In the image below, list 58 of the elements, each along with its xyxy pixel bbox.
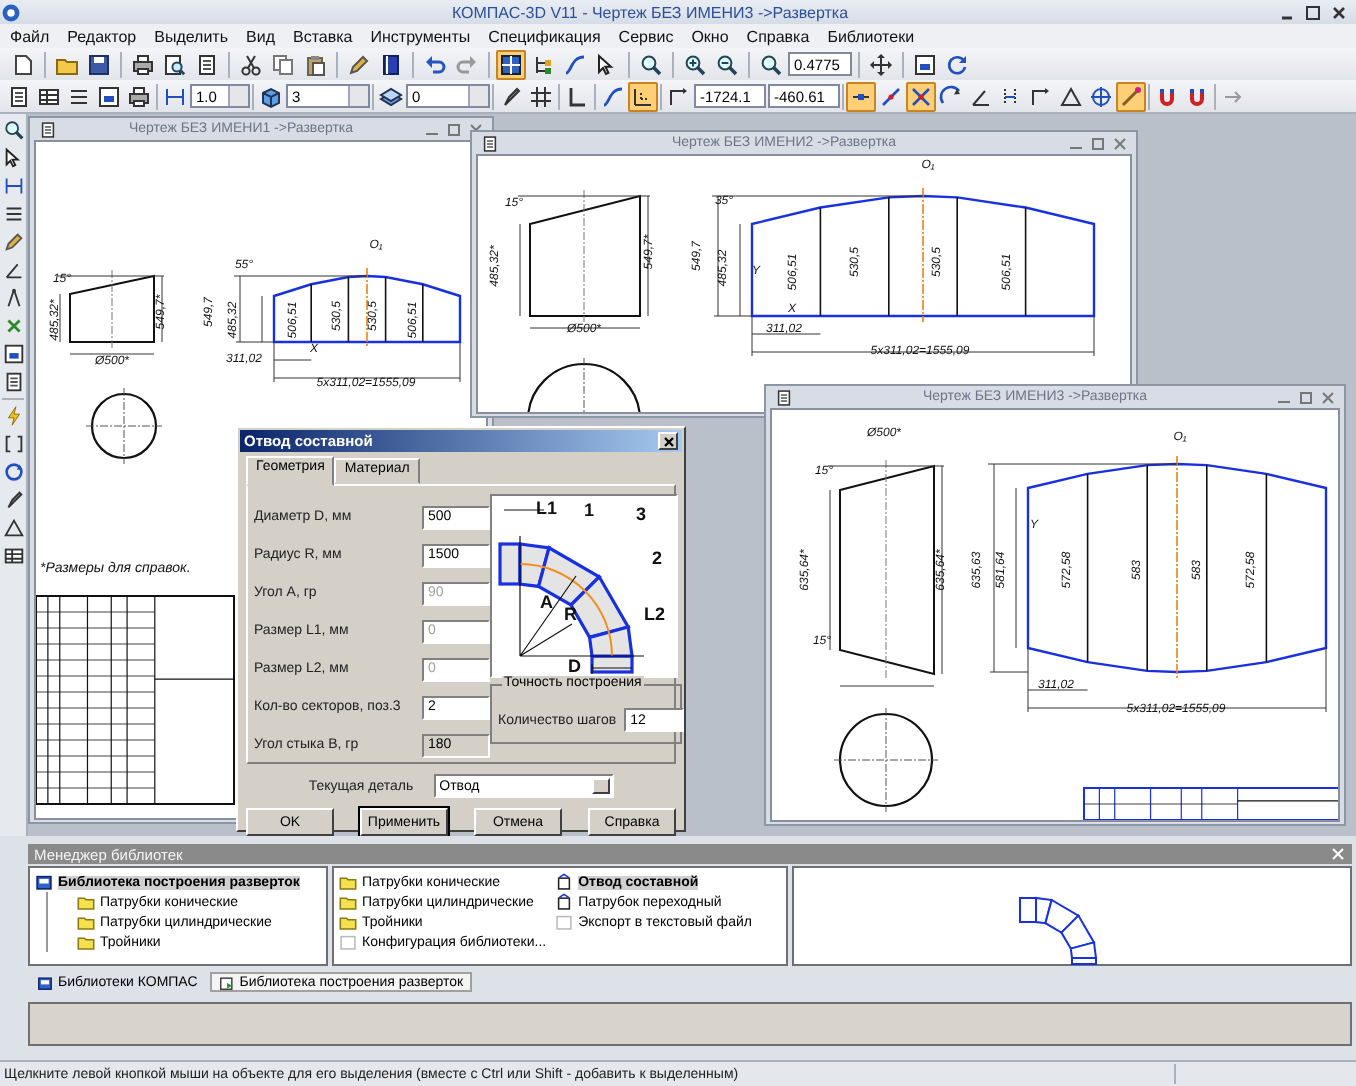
menu-item[interactable]: Вставка [293,27,353,45]
diagram-label: 3 [636,504,647,524]
diagram-label: L2 [644,604,666,624]
diagram-label: 1 [584,500,595,520]
menu-item[interactable]: Вид [246,27,275,45]
printer-icon[interactable] [128,49,158,79]
window-title: КОМПАС-3D V11 - Чертеж БЕЗ ИМЕНИ3 ->Развертка [449,3,851,21]
menu-item[interactable]: Редактор [67,27,137,45]
diagram-label: A [540,592,553,612]
frame-icon[interactable] [1,342,25,366]
library-icon [34,872,54,892]
menu-item[interactable]: Библиотеки [827,27,915,45]
menu-item[interactable]: Справка [746,27,810,45]
side-view-drawing [57,269,165,355]
menu-item[interactable]: Выделить [154,27,229,45]
maximize-icon[interactable] [1304,3,1322,21]
lines-icon[interactable] [1,202,25,226]
zoom-icon[interactable] [1,118,25,142]
close-icon[interactable] [1330,3,1348,21]
printer-icon[interactable] [124,81,154,111]
triangle-icon[interactable] [1,516,25,540]
blank-page-icon [554,912,575,932]
copy-icon[interactable] [268,49,298,79]
pointer-icon[interactable] [1,146,25,170]
frame-icon[interactable] [910,49,940,79]
menu-item[interactable]: Файл [10,27,50,45]
circle-view-drawing [85,387,163,465]
target-icon[interactable] [1086,81,1116,111]
grid-icon[interactable] [526,81,556,111]
diagram-label: R [564,604,577,624]
move-icon[interactable] [866,49,896,79]
pencil-icon[interactable] [1,230,25,254]
command-icon [554,872,575,892]
bracket-icon[interactable] [1,432,25,456]
circle-view-drawing [833,707,939,813]
frame-icon[interactable] [94,81,124,111]
menu-item[interactable]: Спецификация [488,27,601,45]
app-logo-icon [0,1,22,23]
diagram-label: 2 [652,548,663,568]
blank-page-icon [338,932,358,952]
wand-icon[interactable] [1116,81,1146,111]
diagram-label: D [568,656,581,676]
diagram-label: L1 [536,498,558,518]
ortho-icon[interactable] [628,81,658,111]
menu-item[interactable]: Окно [691,27,729,45]
table-icon[interactable] [1,544,25,568]
print-preview-icon[interactable] [160,49,190,79]
angle-icon[interactable] [1,258,25,282]
document-icon[interactable] [1,370,25,394]
menu-item[interactable]: Инструменты [370,27,471,45]
command-icon [554,892,575,912]
intersection-icon[interactable] [906,81,936,111]
save-icon[interactable] [84,49,114,79]
point-snap-icon[interactable] [846,81,876,111]
library-icon [36,973,54,991]
grid-view-icon[interactable] [496,49,526,79]
menu-item[interactable]: Сервис [618,27,674,45]
dimension-icon[interactable] [1,174,25,198]
